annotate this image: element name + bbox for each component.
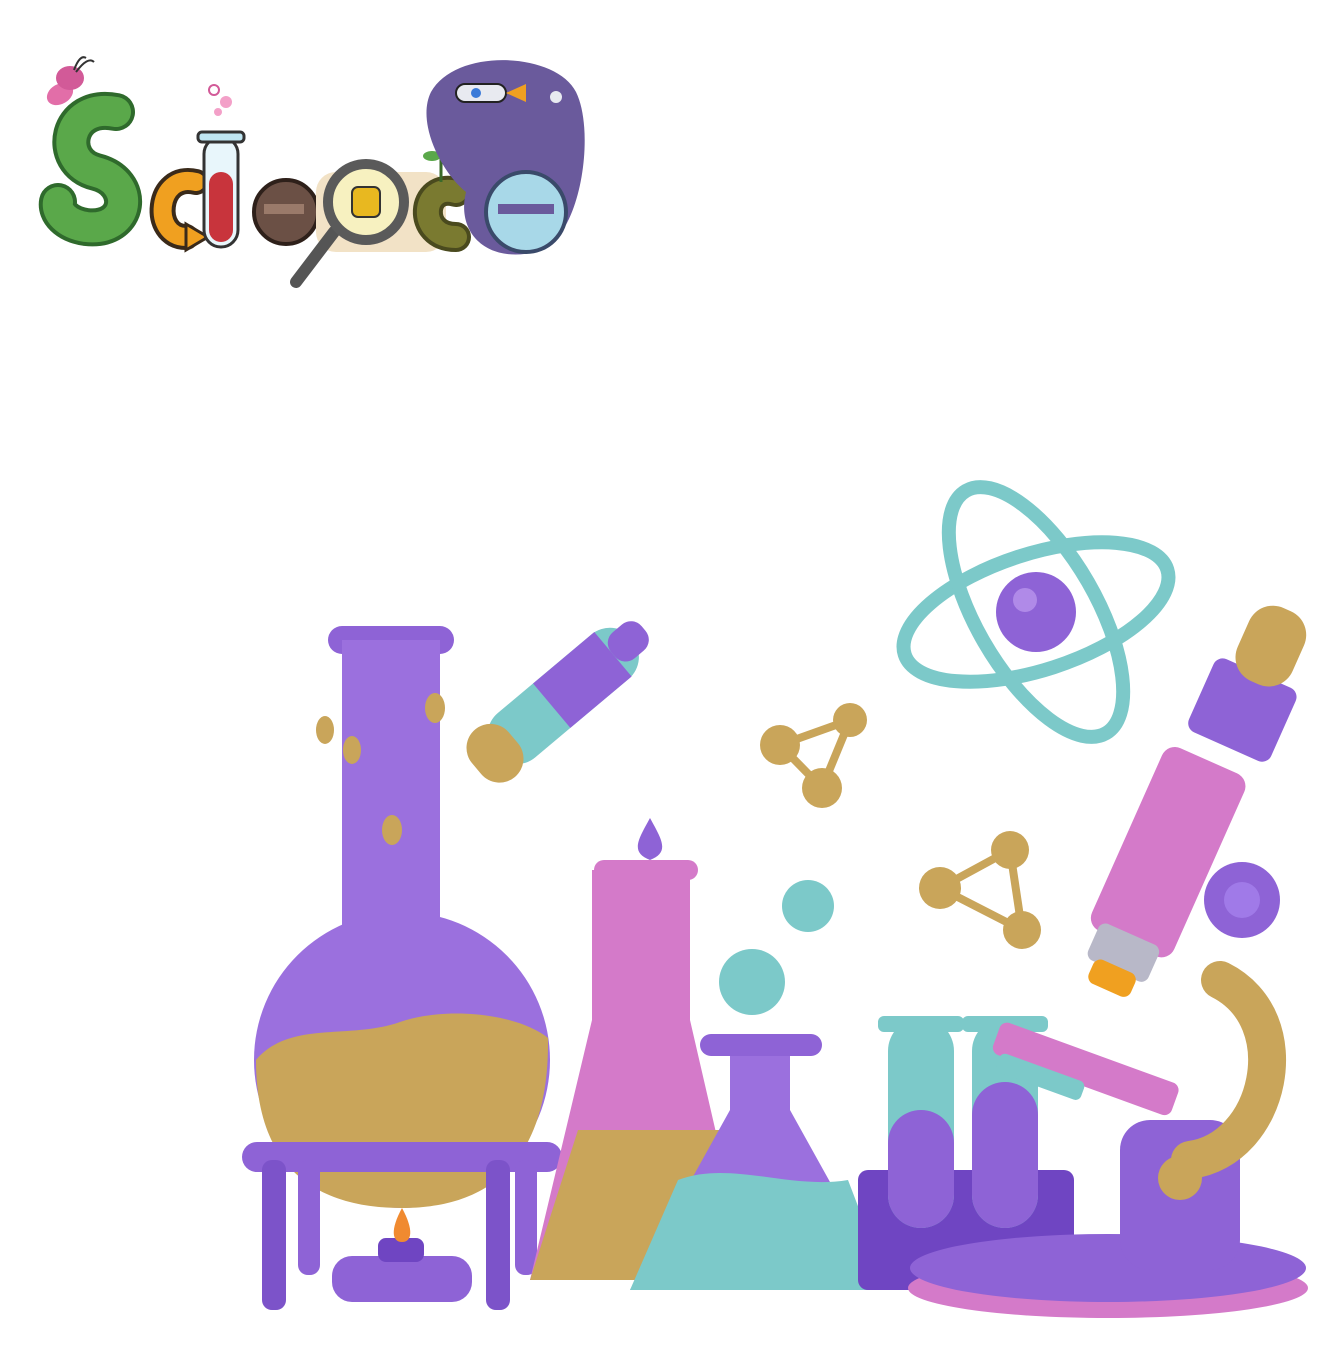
- letter-i-test-tube-icon: [196, 84, 246, 249]
- dropper-icon: [466, 621, 649, 783]
- atom-icon: [896, 480, 1176, 744]
- bunsen-burner-icon: [332, 1208, 472, 1302]
- drop-icon: [637, 818, 663, 860]
- page: [0, 0, 1338, 1348]
- science-wordmark-icon: [38, 56, 585, 288]
- letter-e-brown-icon: [252, 178, 320, 246]
- laboratory-equipment-3d-icon: [242, 480, 1308, 1318]
- letter-s-icon: [38, 91, 142, 247]
- lab-illustration: [230, 460, 1330, 1320]
- molecule-icon: [760, 703, 867, 808]
- sphere-icon: [782, 880, 834, 932]
- letter-c-arrow-icon: [149, 168, 211, 253]
- molecule-icon: [919, 831, 1041, 949]
- science-logo: [36, 52, 596, 302]
- sphere-icon: [719, 949, 785, 1015]
